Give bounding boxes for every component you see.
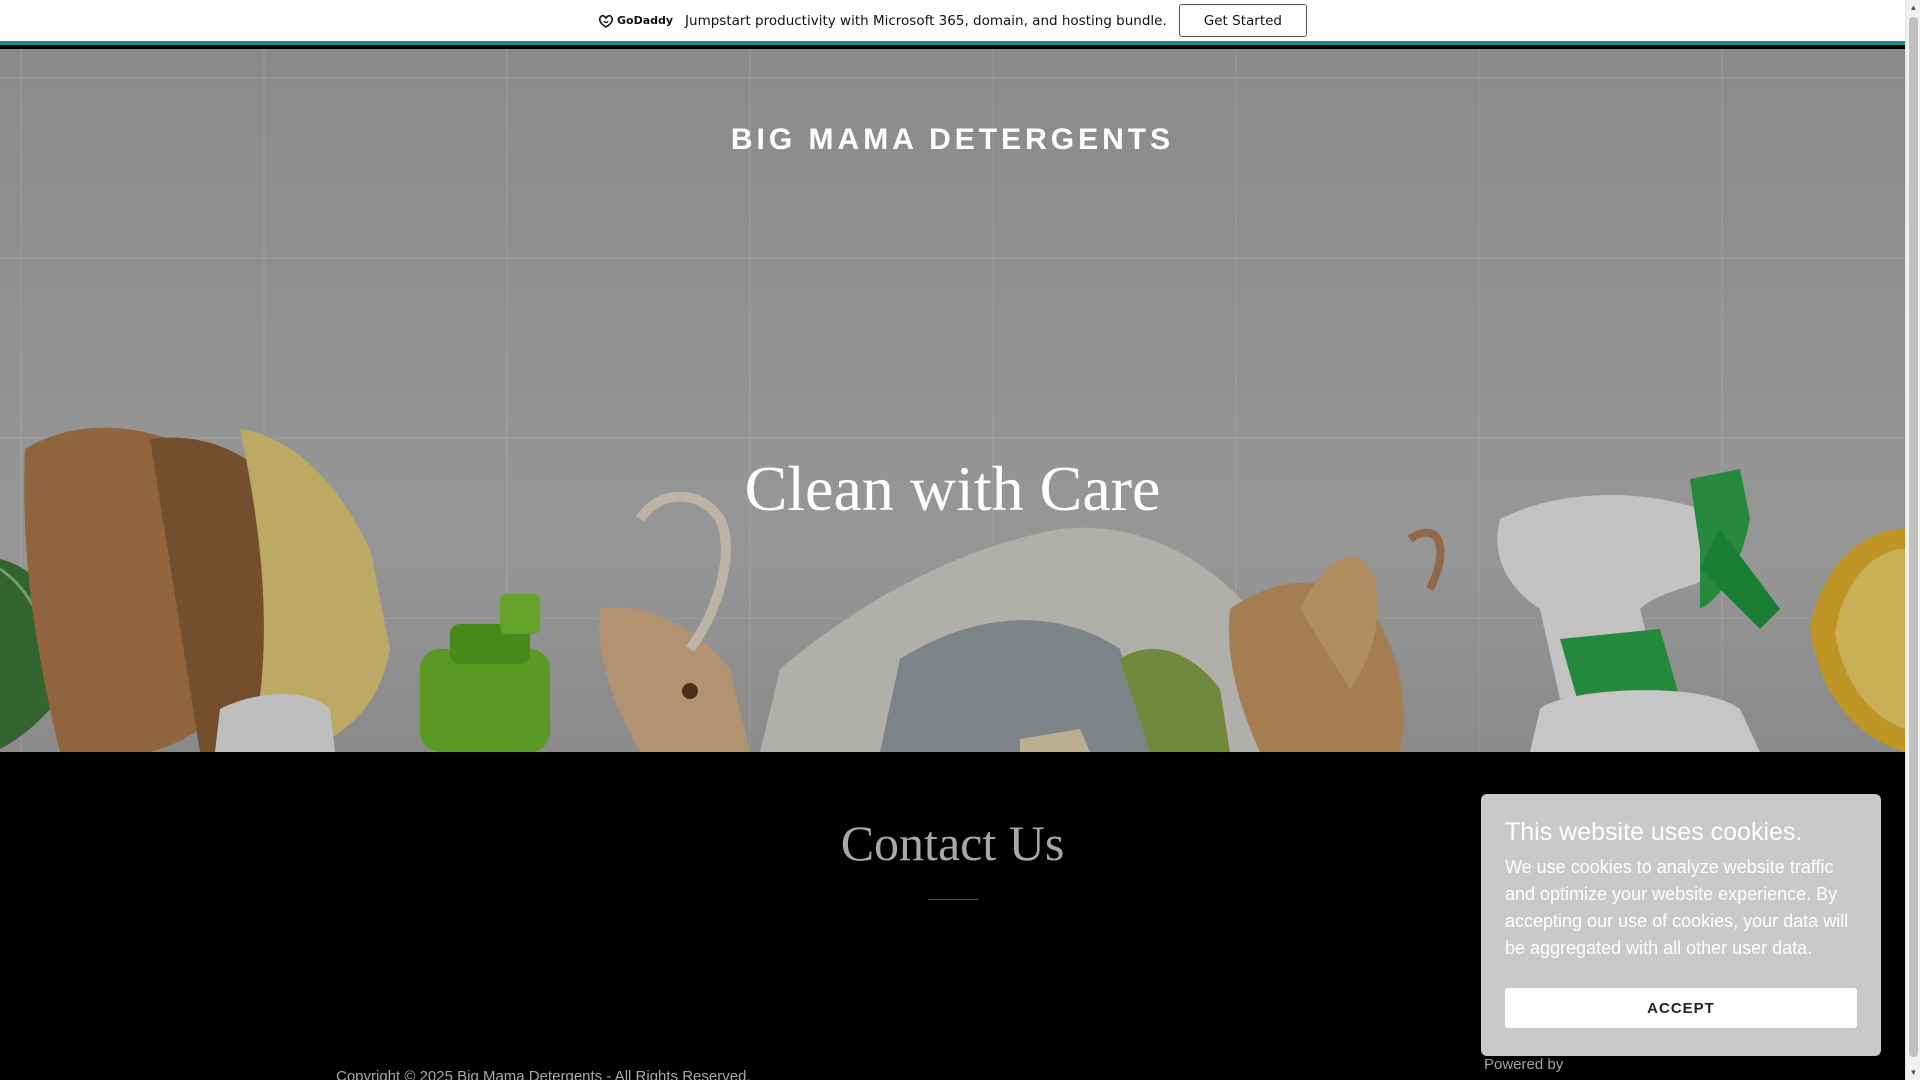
promo-bar: GoDaddy Jumpstart productivity with Micr… [0,0,1905,45]
powered-by-text: Powered by [1484,1056,1564,1073]
accept-cookies-button[interactable]: ACCEPT [1505,988,1857,1028]
promo-message: Jumpstart productivity with Microsoft 36… [685,12,1167,29]
get-started-button[interactable]: Get Started [1178,4,1307,37]
cookie-banner-title: This website uses cookies. [1505,818,1803,846]
section-divider [928,899,978,900]
scroll-up-arrow-icon[interactable]: ▲ [1906,0,1920,15]
scrollbar-thumb[interactable] [1909,17,1918,1057]
cookie-banner: This website uses cookies. We use cookie… [1481,794,1881,1056]
cookie-banner-message: We use cookies to analyze website traffi… [1505,857,1849,958]
scroll-down-arrow-icon[interactable]: ▼ [1906,1065,1920,1080]
godaddy-logo-icon [598,14,614,28]
copyright-text: Copyright © 2025 Big Mama Detergents - A… [336,1068,751,1080]
vertical-scrollbar[interactable]: ▲ ▼ [1905,0,1920,1080]
site-title[interactable]: BIG MAMA DETERGENTS [0,123,1905,157]
hero-section: BIG MAMA DETERGENTS Clean with Care [0,49,1905,752]
godaddy-logo[interactable]: GoDaddy [598,14,673,28]
page-viewport: GoDaddy Jumpstart productivity with Micr… [0,0,1905,1080]
hero-heading: Clean with Care [744,453,1161,524]
godaddy-logo-text: GoDaddy [616,14,674,27]
